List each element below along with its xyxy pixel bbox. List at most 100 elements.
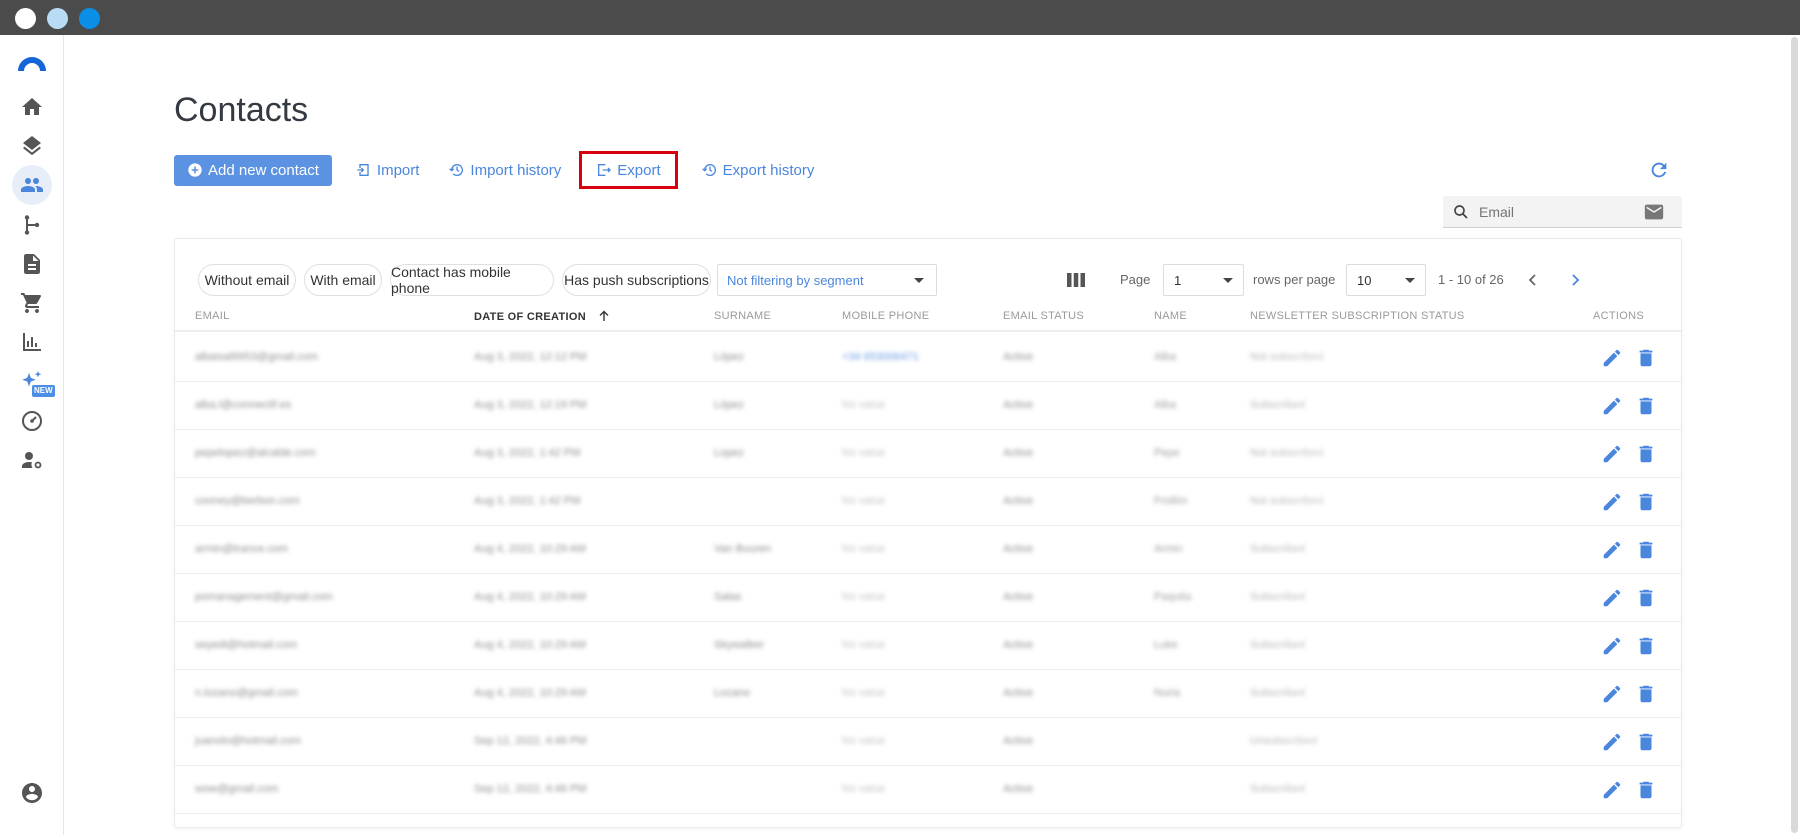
- delete-icon[interactable]: [1635, 587, 1657, 609]
- export-history-label: Export history: [722, 161, 815, 179]
- export-history-button[interactable]: Export history: [696, 155, 821, 186]
- cell-name: Armin: [1154, 543, 1183, 555]
- column-header-name[interactable]: NAME: [1154, 310, 1187, 322]
- edit-icon[interactable]: [1601, 779, 1623, 801]
- column-header-email-status[interactable]: EMAIL STATUS: [1003, 310, 1084, 322]
- delete-icon[interactable]: [1635, 683, 1657, 705]
- window-maximize-button[interactable]: [79, 8, 100, 29]
- import-button[interactable]: Import: [350, 155, 426, 186]
- cell-date-of-creation: Aug 3, 2022, 12:12 PM: [474, 351, 587, 363]
- sidebar-item-account[interactable]: [12, 773, 52, 813]
- sidebar-item-content[interactable]: [12, 244, 52, 284]
- cell-surname: López: [714, 399, 744, 411]
- columns-icon[interactable]: [1067, 272, 1085, 288]
- email-search-input[interactable]: [1479, 203, 1639, 220]
- chevron-down-icon: [914, 278, 924, 283]
- scrollbar[interactable]: [1789, 35, 1800, 835]
- edit-icon[interactable]: [1601, 491, 1623, 513]
- layers-icon: [23, 136, 41, 156]
- page-label: Page: [1120, 272, 1151, 287]
- dashboard-icon: [22, 411, 42, 431]
- window-close-button[interactable]: [15, 8, 36, 29]
- delete-icon[interactable]: [1635, 491, 1657, 513]
- window-minimize-button[interactable]: [47, 8, 68, 29]
- segment-select[interactable]: Not filtering by segment: [717, 264, 937, 296]
- table-row[interactable]: pomanagement@gmail.com Aug 4, 2022, 10:29…: [175, 574, 1681, 622]
- sidebar-item-workflows[interactable]: [12, 205, 52, 245]
- delete-icon[interactable]: [1635, 635, 1657, 657]
- cell-name: Luke: [1154, 639, 1178, 651]
- table-row[interactable]: wow@gmail.com Sep 12, 2022, 4:46 PM No val…: [175, 766, 1681, 814]
- sidebar-item-reports[interactable]: [12, 322, 52, 362]
- cell-name: Pepe: [1154, 447, 1180, 459]
- sidebar-item-store[interactable]: [12, 283, 52, 323]
- edit-icon[interactable]: [1601, 683, 1623, 705]
- table-row[interactable]: cooney@berbon.com Aug 3, 2022, 1:42 PM No …: [175, 478, 1681, 526]
- chevron-right-icon[interactable]: [1567, 272, 1583, 288]
- delete-icon[interactable]: [1635, 731, 1657, 753]
- cart-icon: [21, 293, 42, 313]
- sidebar-item-user-settings[interactable]: [12, 440, 52, 480]
- rows-per-page-value: 10: [1357, 272, 1372, 288]
- column-header-date-of-creation[interactable]: DATE OF CREATION: [474, 310, 610, 323]
- delete-icon[interactable]: [1635, 443, 1657, 465]
- window-titlebar: [0, 0, 1800, 35]
- export-button[interactable]: Export: [579, 151, 678, 189]
- cell-email-status: Active: [1003, 351, 1033, 363]
- cell-mobile-phone[interactable]: +34 653006471: [842, 351, 919, 363]
- delete-icon[interactable]: [1635, 395, 1657, 417]
- home-icon: [22, 98, 42, 115]
- filter-chip-without-email[interactable]: Without email: [198, 264, 296, 296]
- sidebar-item-layers[interactable]: [12, 126, 52, 166]
- cell-email-status: Active: [1003, 639, 1033, 651]
- chevron-left-icon[interactable]: [1525, 272, 1541, 288]
- table-row[interactable]: armin@trance.com Aug 4, 2022, 10:29 AM Van…: [175, 526, 1681, 574]
- table-row[interactable]: alba.l@connectif.es Aug 3, 2022, 12:19 PM…: [175, 382, 1681, 430]
- table-row[interactable]: albaisal9953@gmail.com Aug 3, 2022, 12:12…: [175, 334, 1681, 382]
- column-header-surname[interactable]: SURNAME: [714, 310, 771, 322]
- cell-date-of-creation: Aug 3, 2022, 1:42 PM: [474, 447, 581, 459]
- table-row[interactable]: pepelopez@alcalde.com Aug 3, 2022, 1:42 P…: [175, 430, 1681, 478]
- import-history-button[interactable]: Import history: [443, 155, 567, 186]
- rows-per-page-select[interactable]: 10: [1346, 264, 1426, 296]
- add-new-contact-button[interactable]: Add new contact: [174, 154, 332, 186]
- scrollbar-thumb[interactable]: [1791, 37, 1798, 833]
- column-header-mobile-phone[interactable]: MOBILE PHONE: [842, 310, 929, 322]
- sidebar-item-home[interactable]: [12, 87, 52, 127]
- row-fade-overlay: [175, 574, 1507, 621]
- app-logo[interactable]: [16, 54, 48, 72]
- edit-icon[interactable]: [1601, 731, 1623, 753]
- table-row[interactable]: n.lozano@gmail.com Aug 4, 2022, 10:29 AM L…: [175, 670, 1681, 718]
- filter-chip-push-subscriptions[interactable]: Has push subscriptions: [562, 264, 711, 296]
- column-header-email[interactable]: EMAIL: [195, 310, 230, 322]
- sidebar-item-ai[interactable]: NEW: [12, 361, 55, 401]
- sidebar-item-contacts[interactable]: [12, 165, 52, 205]
- edit-icon[interactable]: [1601, 443, 1623, 465]
- refresh-icon[interactable]: [1648, 159, 1670, 181]
- edit-icon[interactable]: [1601, 635, 1623, 657]
- filter-chip-mobile-phone[interactable]: Contact has mobile phone: [390, 264, 554, 296]
- cell-mobile-phone: No value: [842, 783, 886, 795]
- table-row[interactable]: seyedi@hotmail.com Aug 4, 2022, 10:29 AM S…: [175, 622, 1681, 670]
- cell-surname: Lopez: [714, 447, 744, 459]
- delete-icon[interactable]: [1635, 779, 1657, 801]
- table-row[interactable]: juanolo@hotmail.com Sep 12, 2022, 4:46 PM…: [175, 718, 1681, 766]
- pagination-range: 1 - 10 of 26: [1438, 272, 1504, 287]
- edit-icon[interactable]: [1601, 587, 1623, 609]
- export-icon: [598, 164, 612, 176]
- cell-email: seyedi@hotmail.com: [195, 639, 298, 651]
- cell-email-status: Active: [1003, 783, 1033, 795]
- edit-icon[interactable]: [1601, 395, 1623, 417]
- cell-mobile-phone: No value: [842, 591, 886, 603]
- filter-chip-with-email[interactable]: With email: [304, 264, 382, 296]
- page-select[interactable]: 1: [1163, 264, 1244, 296]
- column-header-newsletter-status[interactable]: NEWSLETTER SUBSCRIPTION STATUS: [1250, 310, 1465, 322]
- delete-icon[interactable]: [1635, 347, 1657, 369]
- cell-email-status: Active: [1003, 687, 1033, 699]
- sidebar-item-dashboard[interactable]: [12, 401, 52, 441]
- email-search-field[interactable]: [1443, 196, 1682, 228]
- edit-icon[interactable]: [1601, 347, 1623, 369]
- edit-icon[interactable]: [1601, 539, 1623, 561]
- chevron-down-icon: [1223, 278, 1233, 283]
- delete-icon[interactable]: [1635, 539, 1657, 561]
